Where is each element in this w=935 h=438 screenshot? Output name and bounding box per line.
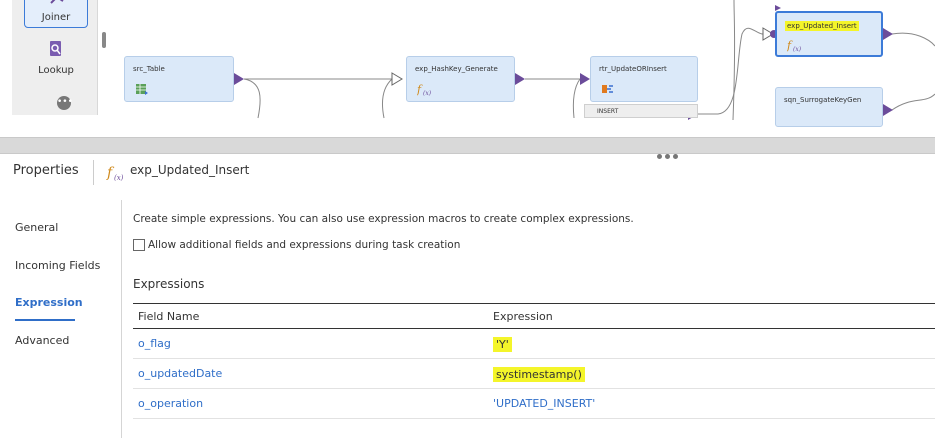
allow-fields-checkbox[interactable]: [133, 239, 145, 251]
svg-text:(x): (x): [114, 174, 124, 181]
header-divider: [93, 160, 94, 185]
svg-text:(x): (x): [793, 46, 801, 52]
palette-joiner-label: Joiner: [41, 12, 71, 23]
table-row[interactable]: o_operation 'UPDATED_INSERT': [133, 389, 935, 419]
table-row[interactable]: o_updatedDate systimestamp(): [133, 359, 935, 389]
more-icon[interactable]: •••: [57, 96, 73, 110]
properties-tabs: General Incoming Fields Expression Advan…: [0, 200, 122, 438]
selected-object-name: exp_Updated_Insert: [130, 163, 250, 177]
active-tab-indicator: [15, 319, 75, 321]
expression-fx-icon: f (x): [417, 83, 431, 96]
expression-value[interactable]: systimestamp(): [493, 367, 585, 382]
properties-title: Properties: [13, 163, 79, 178]
node-exp-updated-insert[interactable]: exp_Updated_Insert f (x): [775, 11, 883, 57]
column-header-field-name[interactable]: Field Name: [138, 310, 199, 323]
field-name-link[interactable]: o_flag: [138, 337, 171, 350]
palette-joiner[interactable]: Joiner: [24, 0, 88, 28]
node-sqn-surrogate-key-gen[interactable]: sqn_SurrogateKeyGen: [775, 87, 883, 127]
palette-lookup-label: Lookup: [38, 65, 74, 76]
app-root: Joiner Lookup ••• src_Table exp_HashKey_…: [0, 0, 935, 438]
tab-general[interactable]: General: [15, 221, 58, 234]
expression-fx-icon: f (x): [787, 39, 801, 52]
expression-description: Create simple expressions. You can also …: [133, 213, 634, 225]
tab-incoming-fields[interactable]: Incoming Fields: [15, 259, 100, 272]
node-name: rtr_UpdateORInsert: [599, 65, 667, 73]
node-rtr-update-or-insert[interactable]: rtr_UpdateORInsert: [590, 56, 698, 102]
transformation-palette: Joiner Lookup •••: [12, 0, 106, 115]
node-exp-hashkey-generate[interactable]: exp_HashKey_Generate f (x): [406, 56, 515, 102]
palette-scrollbar[interactable]: [102, 32, 106, 48]
expression-value[interactable]: 'UPDATED_INSERT': [493, 397, 595, 410]
node-name: sqn_SurrogateKeyGen: [784, 96, 862, 104]
expressions-table: Field Name Expression o_flag 'Y' o_updat…: [133, 303, 935, 419]
properties-header: Properties f (x) exp_Updated_Insert: [0, 154, 935, 190]
lookup-icon: [50, 41, 61, 56]
table-header-row: Field Name Expression: [133, 304, 935, 329]
column-header-expression[interactable]: Expression: [493, 310, 553, 323]
field-name-link[interactable]: o_operation: [138, 397, 203, 410]
node-name: exp_Updated_Insert: [785, 21, 859, 31]
node-src-table[interactable]: src_Table: [124, 56, 234, 102]
router-icon: [602, 85, 613, 93]
palette-lookup[interactable]: Lookup: [24, 38, 88, 78]
expression-fx-icon: f (x): [106, 165, 124, 181]
mapping-canvas[interactable]: Joiner Lookup ••• src_Table exp_HashKey_…: [0, 0, 935, 137]
field-name-link[interactable]: o_updatedDate: [138, 367, 222, 380]
table-icon: [136, 84, 148, 95]
tab-advanced[interactable]: Advanced: [15, 334, 69, 347]
tab-expression[interactable]: Expression: [15, 296, 83, 309]
table-row[interactable]: o_flag 'Y': [133, 329, 935, 359]
expression-value[interactable]: 'Y': [493, 337, 512, 352]
node-name: src_Table: [133, 65, 165, 73]
svg-text:(x): (x): [423, 90, 431, 96]
allow-fields-label[interactable]: Allow additional fields and expressions …: [148, 239, 460, 251]
router-group-insert[interactable]: INSERT: [584, 104, 698, 118]
drag-handle-icon[interactable]: [657, 144, 683, 159]
panel-splitter[interactable]: [0, 137, 935, 159]
expressions-section-title: Expressions: [133, 277, 205, 291]
node-name: exp_HashKey_Generate: [415, 65, 498, 73]
joiner-icon: [50, 0, 64, 4]
